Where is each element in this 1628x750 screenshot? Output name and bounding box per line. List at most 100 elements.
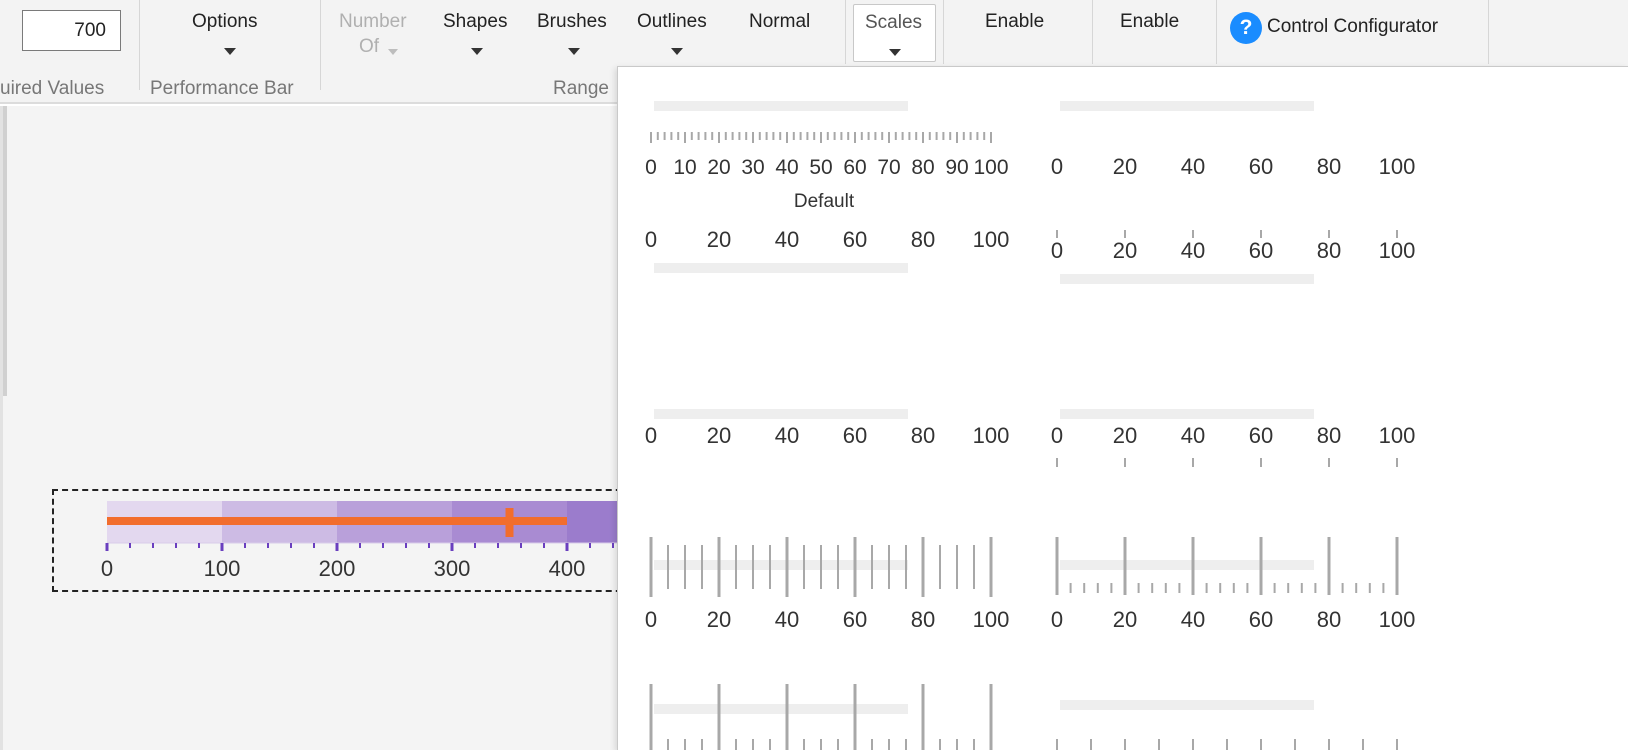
scale-tick-label: 80 — [1317, 423, 1341, 448]
canvas-ruler-mark — [3, 106, 7, 396]
scale-tick-label: 60 — [843, 156, 866, 179]
scale-preview-bar — [654, 409, 908, 419]
group-label-required-values: uired Values — [0, 78, 105, 99]
scale-tick-label: 100 — [973, 156, 1008, 179]
chevron-down-icon — [388, 49, 398, 55]
scales-button[interactable]: Scales — [853, 4, 936, 62]
scale-tick-label: 40 — [1181, 154, 1205, 179]
enable-button-2[interactable]: Enable — [1094, 0, 1214, 64]
scale-preview-bar — [1060, 101, 1314, 111]
scale-preview-bar — [1060, 560, 1314, 570]
scale-tick-label: 100 — [1379, 154, 1416, 179]
normal-label: Normal — [749, 11, 811, 32]
ribbon-separator — [1488, 0, 1489, 64]
number-of-label: Number — [339, 11, 407, 32]
scale-tick-label: 80 — [911, 423, 935, 448]
scale-tick-label: 100 — [204, 556, 241, 581]
scale-tick-label: 20 — [707, 227, 731, 252]
options-button[interactable]: Options — [150, 0, 310, 64]
group-label-range: Range — [553, 78, 609, 99]
chevron-down-icon — [568, 48, 580, 55]
control-configurator-label: Control Configurator — [1267, 16, 1439, 37]
scales-gallery-dropdown[interactable]: 0 10 20 30 40 50 60 70 80 90 100 Default 0 20 40 60 80 10… — [617, 66, 1628, 750]
scale-tick-label: 60 — [843, 607, 867, 632]
ribbon-separator — [1092, 0, 1093, 64]
scale-tick-label: 100 — [973, 423, 1010, 448]
enable-button-1[interactable]: Enable — [950, 0, 1090, 64]
scale-tick-label: 20 — [1113, 607, 1137, 632]
scales-label: Scales — [865, 12, 923, 33]
scale-tick-label: 60 — [1249, 423, 1273, 448]
scale-preview-bar — [1060, 700, 1314, 710]
scale-tick-label: 40 — [1181, 238, 1205, 263]
target-marker — [505, 508, 514, 537]
scale-tick-label: 70 — [877, 156, 900, 179]
scale-tick-label: 40 — [775, 156, 798, 179]
scale-tick-label: 40 — [775, 423, 799, 448]
scale-tick-label: 10 — [673, 156, 696, 179]
ribbon-separator — [845, 0, 846, 64]
scale-preview-bar — [1060, 409, 1314, 419]
ribbon-separator — [139, 0, 140, 90]
scale-tick-label: 80 — [1317, 238, 1341, 263]
scale-tick-label: 0 — [1051, 238, 1063, 263]
group-label-performance-bar: Performance Bar — [150, 78, 294, 99]
scale-tick-label: 80 — [911, 607, 935, 632]
scale-tick-label: 40 — [1181, 607, 1205, 632]
chevron-down-icon — [224, 48, 236, 55]
scale-tick-label: 0 — [1051, 154, 1063, 179]
scale-preview-bar — [654, 704, 908, 714]
default-caption: Default — [794, 191, 855, 212]
scale-preview-bar — [654, 263, 908, 273]
scale-tick-label: 30 — [741, 156, 764, 179]
bullet-graph-selection[interactable]: 0 100 200 300 400 — [52, 489, 652, 592]
help-icon: ? — [1230, 12, 1262, 44]
scale-tick-label: 80 — [911, 156, 934, 179]
chevron-down-icon — [671, 48, 683, 55]
ribbon-separator — [943, 0, 944, 64]
scale-tick-label: 200 — [319, 556, 356, 581]
scale-tick-label: 60 — [1249, 607, 1273, 632]
scale-tick-label: 0 — [645, 607, 657, 632]
brushes-button[interactable]: Brushes — [530, 0, 620, 64]
scale-tick-label: 300 — [434, 556, 471, 581]
scale-preview-bar — [654, 101, 908, 111]
scale-tick-label: 20 — [707, 156, 730, 179]
scales-gallery: 0 10 20 30 40 50 60 70 80 90 100Default0 20 40 60 80 10… — [645, 101, 1416, 750]
normal-button[interactable]: Normal — [740, 0, 830, 64]
scale-tick-label: 20 — [1113, 423, 1137, 448]
scale-tick-label: 0 — [645, 227, 657, 252]
scale-tick-label: 40 — [775, 607, 799, 632]
chevron-down-icon — [889, 49, 901, 56]
shapes-button[interactable]: Shapes — [432, 0, 522, 64]
scale-tick-label: 20 — [1113, 154, 1137, 179]
shapes-label: Shapes — [443, 11, 508, 32]
ribbon-separator — [1216, 0, 1217, 64]
ribbon-separator — [320, 0, 321, 90]
chevron-down-icon — [471, 48, 483, 55]
scale-tick-label: 20 — [707, 607, 731, 632]
scale-preview-bar — [1060, 274, 1314, 284]
scale-tick-label: 60 — [843, 423, 867, 448]
scale-tick-label: 400 — [549, 556, 586, 581]
outlines-button[interactable]: Outlines — [630, 0, 725, 64]
scale-tick-label: 40 — [775, 227, 799, 252]
control-configurator-button[interactable]: ? Control Configurator — [1220, 0, 1485, 64]
brushes-label: Brushes — [537, 11, 607, 32]
scale-tick-label: 0 — [1051, 607, 1063, 632]
scale-tick-label: 0 — [645, 156, 657, 179]
scale-tick-label: 90 — [945, 156, 968, 179]
scale-tick-label: 0 — [645, 423, 657, 448]
required-value-input[interactable] — [22, 10, 121, 51]
scale-tick-label: 60 — [843, 227, 867, 252]
enable-label: Enable — [1120, 11, 1180, 32]
outlines-label: Outlines — [637, 11, 707, 32]
scale-tick-label: 50 — [809, 156, 832, 179]
scale-tick-label: 80 — [1317, 607, 1341, 632]
number-of-label-line2: Of — [359, 36, 380, 57]
number-of-button[interactable]: Number Of — [330, 0, 420, 64]
scale-tick-label: 0 — [101, 556, 113, 581]
bullet-graph[interactable]: 0 100 200 300 400 — [54, 491, 650, 590]
scale-tick-label: 40 — [1181, 423, 1205, 448]
scale-tick-label: 80 — [911, 227, 935, 252]
